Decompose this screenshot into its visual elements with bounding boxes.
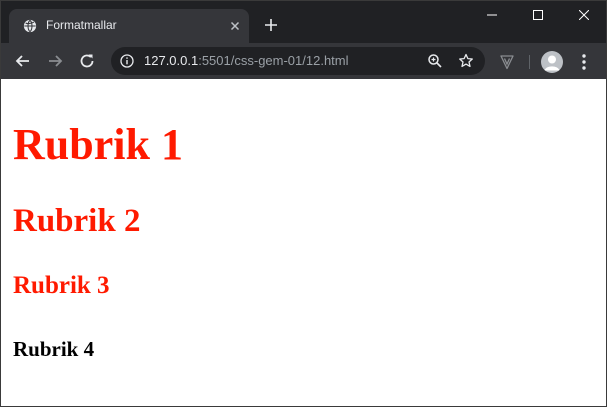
close-icon: [579, 10, 589, 20]
heading-1: Rubrik 1: [13, 120, 183, 169]
address-bar[interactable]: 127.0.0.1:5501/css-gem-01/12.html: [111, 47, 485, 75]
reload-icon[interactable]: [77, 51, 97, 71]
extension-v-icon[interactable]: [499, 54, 515, 70]
heading-4: Rubrik 4: [13, 337, 95, 361]
site-info-icon[interactable]: [120, 54, 134, 68]
close-tab-icon[interactable]: [228, 19, 242, 33]
maximize-button[interactable]: [515, 1, 561, 31]
heading-3: Rubrik 3: [13, 272, 110, 299]
close-window-button[interactable]: [561, 1, 606, 31]
tab-title: Formatmallar: [46, 18, 117, 32]
zoom-icon[interactable]: [427, 53, 443, 69]
profile-avatar[interactable]: [541, 51, 563, 73]
person-icon: [544, 55, 560, 71]
kebab-menu-icon[interactable]: [576, 53, 592, 71]
tab-formatmallar[interactable]: Formatmallar: [9, 9, 249, 43]
url-host: 127.0.0.1: [144, 53, 199, 68]
minimize-icon: [487, 14, 497, 16]
url-path: :5501/css-gem-01/12.html: [198, 53, 349, 68]
url-text: 127.0.0.1:5501/css-gem-01/12.html: [144, 53, 349, 68]
back-arrow-icon[interactable]: [13, 51, 33, 71]
globe-icon: [23, 19, 37, 33]
forward-arrow-icon[interactable]: [45, 51, 65, 71]
toolbar-divider: [529, 55, 530, 69]
browser-window: Formatmallar 127.0.0.1:5501/css-gem-01/1…: [0, 0, 607, 407]
tab-strip: Formatmallar: [1, 1, 606, 43]
browser-toolbar: 127.0.0.1:5501/css-gem-01/12.html: [1, 43, 606, 79]
page-content: Rubrik 1 Rubrik 2 Rubrik 3 Rubrik 4: [1, 79, 606, 406]
heading-2: Rubrik 2: [13, 203, 141, 239]
bookmark-star-icon[interactable]: [458, 53, 474, 69]
minimize-button[interactable]: [469, 1, 515, 31]
maximize-icon: [533, 10, 543, 20]
new-tab-plus-icon[interactable]: [263, 17, 279, 33]
